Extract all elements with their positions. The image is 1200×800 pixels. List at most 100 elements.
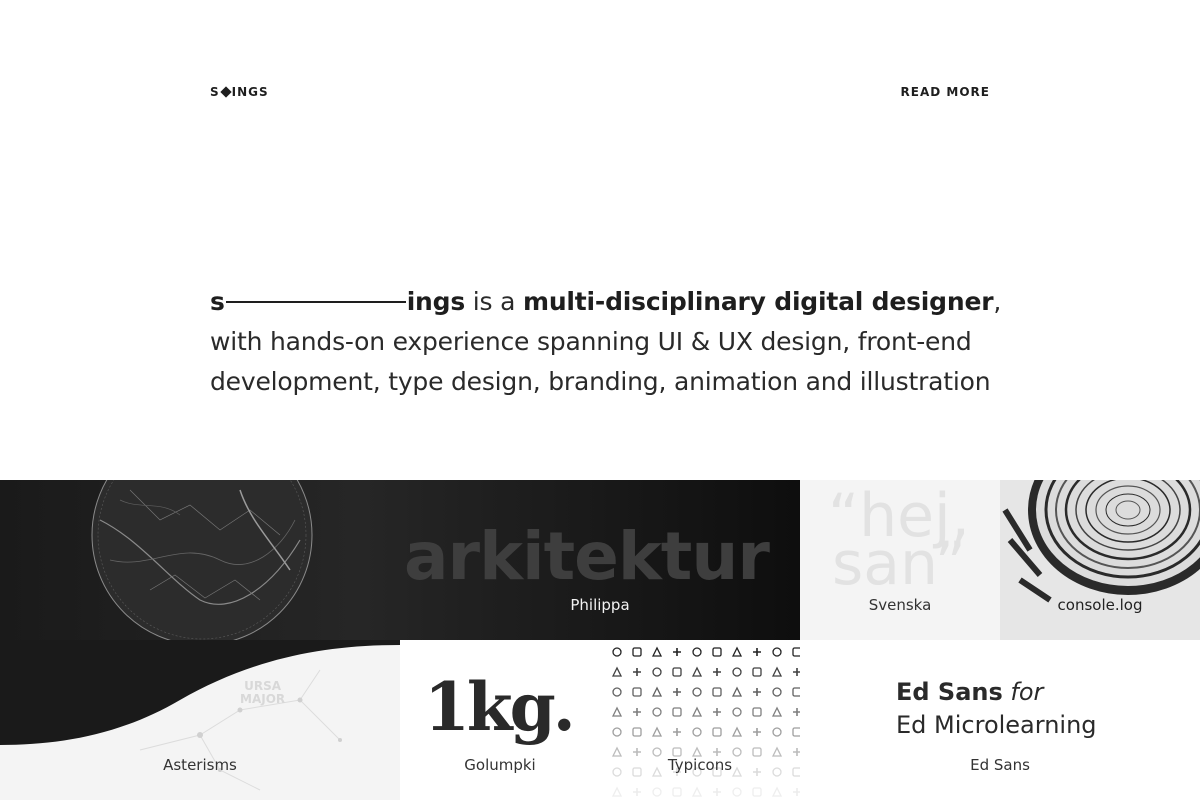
typicon-glyph [771,706,783,717]
project-tile-svenska[interactable]: “hej, san” Svenska [800,480,1000,640]
typicon-glyph [611,746,623,757]
svenska-preview-line-2: san” [831,529,966,599]
svenska-preview: “hej, san” [828,486,970,599]
typicon-glyph [632,687,642,697]
typicon-glyph [611,706,623,717]
typicon-glyph [691,746,703,757]
project-label: console.log [1057,596,1143,614]
project-tile-console-log[interactable]: console.log [1000,480,1200,640]
typicon-glyph [612,647,622,657]
project-tile-typicons[interactable]: Typicons [600,640,800,800]
project-label: Asterisms [163,756,237,774]
typicon-glyph [771,746,783,757]
ursa-major-label: URSA MAJOR [240,680,285,706]
project-tile-golumpki[interactable]: 1kg. Golumpki [400,640,600,800]
typicon-glyph [732,787,742,797]
typicon-glyph [633,708,641,716]
typicon-glyph [753,728,761,736]
typicon-glyph [793,668,800,676]
typicon-glyph [692,687,702,697]
typicon-glyph [712,687,722,697]
typicon-glyph [752,787,762,797]
typicon-glyph [731,726,743,737]
project-label: Typicons [667,756,733,774]
typicon-glyph [633,748,641,756]
typicon-glyph [673,688,681,696]
typicon-glyph [691,706,703,717]
ed-sans-preview-line-1: Ed Sans for [896,678,1043,706]
golumpki-preview-text: 1kg. [424,668,576,746]
typicon-glyph [772,727,782,737]
typicon-glyph [673,728,681,736]
typicon-glyph [771,786,783,797]
typicon-glyph [732,707,742,717]
typicon-glyph [651,726,663,737]
ed-sans-preview-line-2: Ed Microlearning [896,711,1097,739]
typicon-glyph [752,667,762,677]
typicon-glyph [612,727,622,737]
name-start: s [210,287,225,316]
site-logo[interactable]: S INGS [210,85,269,99]
intro-role: multi-disciplinary digital designer [522,287,994,316]
typicon-glyph [771,666,783,677]
typicon-glyph [792,647,800,657]
typicon-glyph [612,687,622,697]
typicon-glyph [793,748,800,756]
typicon-glyph [753,688,761,696]
tree-rings-image [1002,480,1200,603]
star-map-image [91,480,313,640]
read-more-link[interactable]: READ MORE [901,85,990,99]
typicon-glyph [713,788,721,796]
logo-text: INGS [231,85,269,99]
typicon-glyph [672,707,682,717]
typicon-glyph [692,727,702,737]
typicon-glyph [652,707,662,717]
typicon-glyph [793,788,800,796]
philippa-preview-text: arkitektur [404,518,770,595]
typicon-glyph [712,647,722,657]
icon-grid-image [611,646,800,797]
ed-sans-bold: Ed Sans [896,678,1003,706]
typicon-glyph [753,648,761,656]
intro-statement: s ings is a multi-disciplinary digital de… [210,282,1010,402]
name-end: ings [406,287,466,316]
typicon-glyph [713,708,721,716]
typicon-glyph [772,647,782,657]
typicon-glyph [632,727,642,737]
typicon-glyph [611,786,623,797]
typicon-glyph [632,647,642,657]
typicon-glyph [713,668,721,676]
intro-text-1: is a [465,287,523,316]
typicon-glyph [652,747,662,757]
project-label: Svenska [868,596,932,614]
typicon-glyph [651,646,663,657]
typicon-glyph [792,687,800,697]
diamond-icon [219,86,232,98]
typicon-glyph [651,686,663,697]
typicon-glyph [691,786,703,797]
name-redaction-line [225,301,406,303]
typicon-glyph [792,727,800,737]
ursa-line-2: MAJOR [240,692,286,706]
typicon-glyph [732,667,742,677]
typicon-glyph [672,787,682,797]
typicon-glyph [752,707,762,717]
project-tile-asterisms[interactable]: URSA MAJOR Asterisms [0,640,400,800]
ed-sans-italic: for [1010,678,1044,706]
typicon-glyph [652,787,662,797]
typicon-glyph [713,748,721,756]
project-label: Golumpki [464,756,536,774]
typicon-glyph [652,667,662,677]
typicon-glyph [633,788,641,796]
typicon-glyph [691,666,703,677]
typicon-glyph [633,668,641,676]
typicon-glyph [673,648,681,656]
project-label: Philippa [570,596,630,614]
project-tile-ed-sans[interactable]: Ed Sans for Ed Microlearning Ed Sans [800,640,1200,800]
typicon-glyph [692,647,702,657]
constellation-image [0,640,400,791]
typicon-glyph [672,667,682,677]
typicon-glyph [772,687,782,697]
logo-letter: S [210,85,220,99]
typicon-glyph [672,747,682,757]
